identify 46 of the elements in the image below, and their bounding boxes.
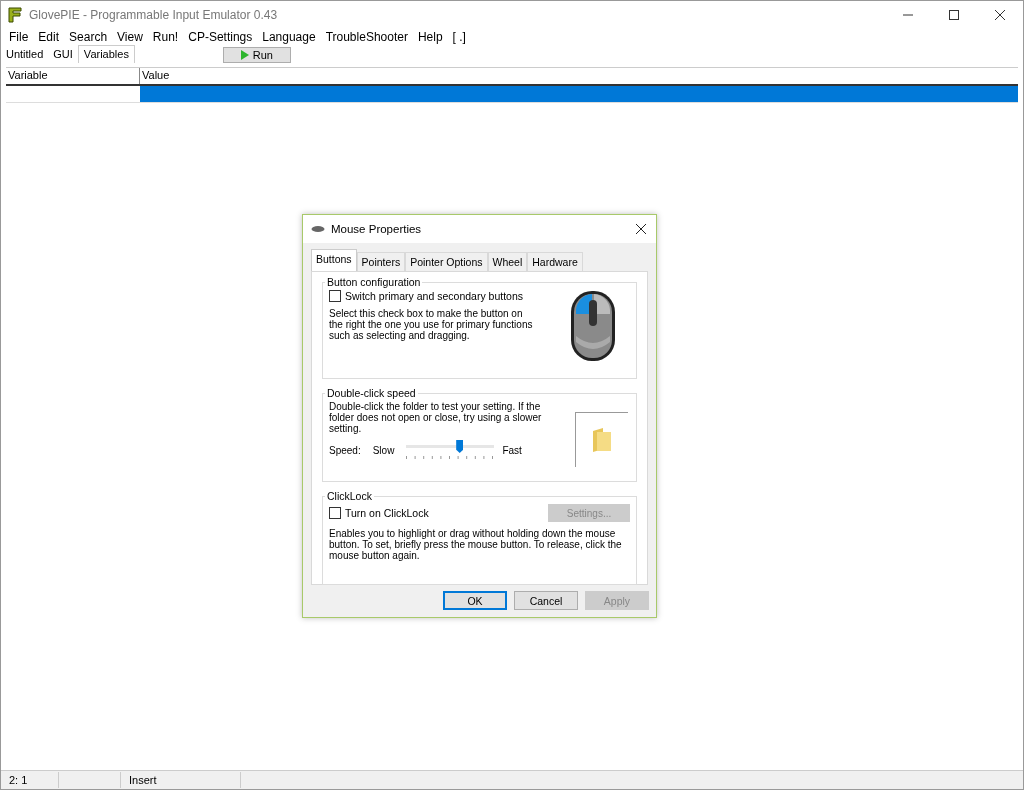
menu-item[interactable]: Search [64, 29, 113, 44]
menu-item[interactable]: Language [257, 29, 321, 44]
dialog-title: Mouse Properties [331, 223, 422, 235]
status-field: 2: 1 [1, 772, 59, 788]
dialog-button[interactable]: Cancel [514, 591, 578, 610]
slider-thumb[interactable] [456, 440, 464, 453]
mouse-icon [311, 225, 325, 233]
description-text: Double-click the folder to test your setting. If the folder does not open or close, try using a slower setting. [329, 401, 543, 434]
column-header[interactable]: Variable [6, 68, 140, 84]
tab[interactable]: Untitled [1, 46, 49, 63]
menu-item[interactable]: CP-Settings [183, 29, 258, 44]
menu-item[interactable]: Run! [147, 29, 184, 44]
slow-label: Slow [372, 444, 395, 456]
speed-label: Speed: [329, 444, 361, 456]
dialog-button[interactable]: OK [443, 591, 507, 610]
checkbox[interactable] [329, 507, 341, 519]
column-header[interactable]: Value [140, 68, 1018, 84]
menu-item[interactable]: View [112, 29, 148, 44]
tab[interactable]: Pointer Options [405, 252, 488, 271]
group-title: ClickLock [326, 490, 373, 502]
tab[interactable]: Hardware [527, 252, 583, 271]
tab[interactable]: Buttons [311, 249, 357, 271]
run-button[interactable]: Run [222, 47, 291, 63]
checkbox-label[interactable]: Switch primary and secondary buttons [345, 290, 523, 302]
app-logo-icon [8, 6, 23, 23]
tab[interactable]: Variables [77, 45, 135, 63]
menu-item[interactable]: File [4, 29, 34, 44]
menu-item[interactable]: [ .] [447, 29, 471, 44]
tab[interactable]: Wheel [487, 252, 528, 271]
fast-label: Fast [502, 444, 522, 456]
tab[interactable]: GUI [48, 46, 78, 63]
group-title: Double-click speed [326, 387, 417, 399]
status-field: Insert [121, 772, 241, 788]
window-title: GlovePIE - Programmable Input Emulator 0.43 [29, 7, 278, 22]
menu-item[interactable]: TroubleShooter [320, 29, 413, 44]
group-title: Button configuration [326, 276, 422, 288]
mouse-drawing [570, 290, 616, 362]
checkbox-label[interactable]: Turn on ClickLock [345, 507, 429, 519]
menu-item[interactable]: Edit [33, 29, 65, 44]
play-icon [240, 50, 249, 60]
checkbox[interactable] [329, 290, 341, 302]
tab[interactable]: Pointers [356, 252, 406, 271]
table-cell[interactable] [140, 86, 1018, 102]
description-text: Select this check box to make the button on the right the one you use for primary functions such as selecting and dragging. [329, 308, 534, 341]
menu-item[interactable]: Help [412, 29, 448, 44]
description-text: Enables you to highlight or drag without holding down the mouse button. To set, briefly press the mouse button. To release, click the mouse button again. [329, 528, 623, 561]
